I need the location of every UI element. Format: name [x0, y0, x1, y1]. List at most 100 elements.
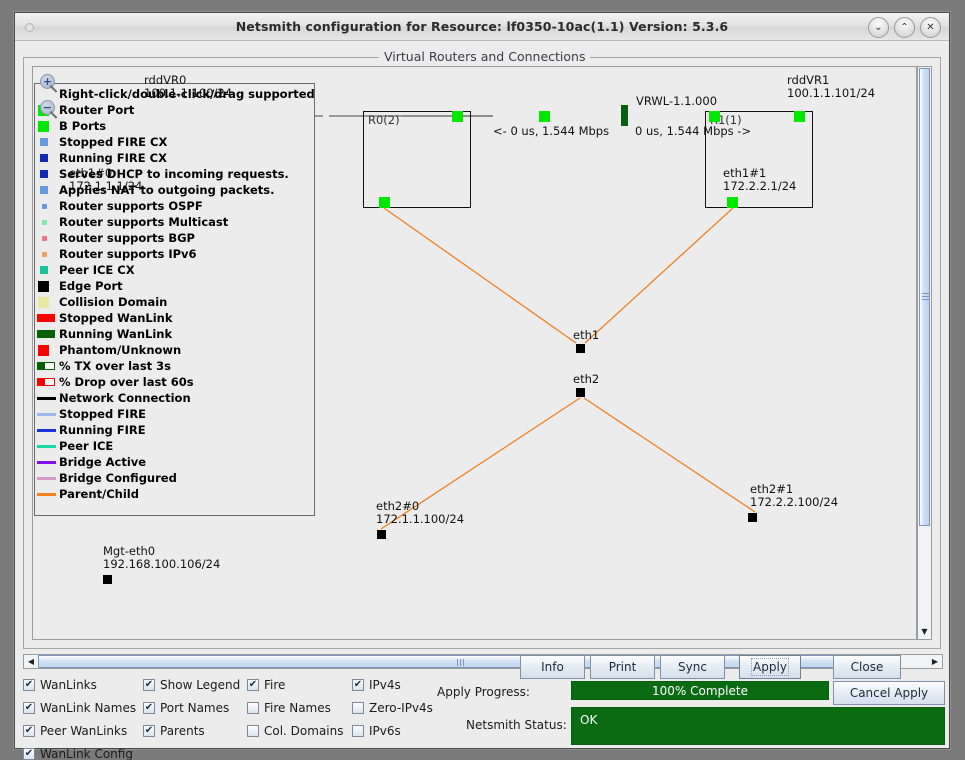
checkbox-col-domains[interactable]: Col. Domains	[247, 724, 352, 738]
checkbox-wanlink-config[interactable]: ✔ WanLink Config	[23, 747, 173, 760]
legend-swatch-shape	[37, 429, 56, 432]
checkbox-fire-box[interactable]: ✔	[247, 679, 259, 691]
checkbox-show-legend-box[interactable]: ✔	[143, 679, 155, 691]
router-box-left[interactable]: R0(2)	[363, 111, 471, 208]
checkbox-peer-wanlinks[interactable]: ✔ Peer WanLinks	[23, 724, 143, 738]
checkbox-fire[interactable]: ✔ Fire	[247, 678, 352, 692]
router-box-right[interactable]: R1(1)	[705, 111, 813, 208]
print-button[interactable]: Print	[590, 655, 655, 679]
checkbox-port-names-box[interactable]: ✔	[143, 702, 155, 714]
vertical-scrollbar-thumb[interactable]	[919, 68, 930, 526]
collision-domain-eth1-label: eth1	[573, 329, 599, 342]
legend-item-label: Router supports IPv6	[57, 247, 197, 261]
checkbox-ipv4s-box[interactable]: ✔	[352, 679, 364, 691]
checkbox-wanlinks[interactable]: ✔ WanLinks	[23, 678, 143, 692]
legend-item: Router supports IPv6	[37, 246, 314, 262]
router-right-wan-port[interactable]	[794, 111, 805, 122]
checkbox-ipv6s-box[interactable]	[352, 725, 364, 737]
wanlink-running-bar[interactable]	[621, 105, 628, 126]
checkbox-wanlink-names[interactable]: ✔ WanLink Names	[23, 701, 143, 715]
netsmith-window: Netsmith configuration for Resource: lf0…	[14, 12, 950, 749]
checkbox-col-domains-box[interactable]	[247, 725, 259, 737]
legend-item-label: Router Port	[57, 103, 134, 117]
info-button[interactable]: Info	[520, 655, 585, 679]
zoom-in-icon[interactable]: +	[40, 74, 59, 93]
sync-button[interactable]: Sync	[660, 655, 725, 679]
router-left-eth-port[interactable]	[379, 197, 390, 208]
legend-swatch-shape	[38, 281, 49, 292]
eth1-1-ip: 172.2.2.1/24	[723, 180, 796, 193]
checkbox-parents[interactable]: ✔ Parents	[143, 724, 247, 738]
virtual-routers-panel: Virtual Routers and Connections	[23, 47, 943, 650]
checkbox-fire-names-label: Fire Names	[264, 701, 331, 715]
legend-swatch-shape	[40, 138, 48, 146]
legend-item-label: Bridge Active	[57, 455, 146, 469]
rddvr0-ip: 100.1.1.100/24	[144, 87, 232, 100]
checkbox-zero-ipv4s[interactable]: Zero-IPv4s	[352, 701, 462, 715]
legend-item: Router supports BGP	[37, 230, 314, 246]
checkbox-port-names[interactable]: ✔ Port Names	[143, 701, 247, 715]
edge-port-eth2-0-label: eth2#0 172.1.1.100/24	[376, 500, 464, 526]
checkbox-peer-wanlinks-label: Peer WanLinks	[40, 724, 127, 738]
legend-swatch-icon	[37, 252, 57, 257]
legend-swatch-icon	[37, 477, 57, 480]
legend-swatch-shape	[40, 266, 48, 274]
checkbox-wanlinks-box[interactable]: ✔	[23, 679, 35, 691]
scroll-left-icon[interactable]: ◀	[24, 655, 38, 668]
netsmith-canvas[interactable]: Right-click/double-click/drag supportedR…	[32, 66, 917, 640]
window-title: Netsmith configuration for Resource: lf0…	[15, 19, 949, 34]
checkbox-wanlink-config-box[interactable]: ✔	[23, 748, 35, 760]
mgt-eth0-ip: 192.168.100.106/24	[103, 558, 220, 571]
checkbox-parents-label: Parents	[160, 724, 205, 738]
window-buttons: ⌄ ⌃ ✕	[868, 17, 941, 38]
checkbox-zero-ipv4s-box[interactable]	[352, 702, 364, 714]
legend-item: Bridge Configured	[37, 470, 314, 486]
apply-button[interactable]: Apply	[739, 655, 801, 679]
legend-swatch-icon	[37, 429, 57, 432]
zoom-out-icon[interactable]: −	[40, 100, 59, 119]
router-left-wan-label: rddVR0 100.1.1.100/24	[144, 74, 232, 100]
legend-item: Parent/Child	[37, 486, 314, 502]
vertical-scrollbar[interactable]: ▼	[917, 66, 932, 640]
legend-item: Edge Port	[37, 278, 314, 294]
collision-domain-eth2-label: eth2	[573, 373, 599, 386]
legend-item-label: Router supports Multicast	[57, 215, 228, 229]
checkbox-peer-wanlinks-box[interactable]: ✔	[23, 725, 35, 737]
legend-item: Router supports Multicast	[37, 214, 314, 230]
scroll-down-icon[interactable]: ▼	[918, 624, 931, 639]
rddvr1-ip: 100.1.1.101/24	[787, 87, 875, 100]
checkbox-ipv6s[interactable]: IPv6s	[352, 724, 462, 738]
horizontal-scrollbar[interactable]: ◀ ▶	[23, 654, 943, 669]
checkbox-fire-names[interactable]: Fire Names	[247, 701, 352, 715]
close-button[interactable]: Close	[833, 655, 901, 679]
legend-item: Peer ICE CX	[37, 262, 314, 278]
edge-port-eth2-1[interactable]	[748, 513, 757, 522]
legend-item-label: Collision Domain	[57, 295, 167, 309]
maximize-icon[interactable]: ⌃	[894, 17, 915, 38]
checkbox-show-legend[interactable]: ✔ Show Legend	[143, 678, 247, 692]
legend-item-label: Router supports OSPF	[57, 199, 203, 213]
legend-item-label: Running FIRE	[57, 423, 146, 437]
router-right-wan-label: rddVR1 100.1.1.101/24	[787, 74, 875, 100]
minimize-icon[interactable]: ⌄	[868, 17, 889, 38]
edge-port-mgt-eth0[interactable]	[103, 575, 112, 584]
router-left-wan-port[interactable]	[452, 111, 463, 122]
legend-swatch-shape	[37, 413, 56, 416]
legend-swatch-shape	[37, 445, 56, 448]
close-icon[interactable]: ✕	[920, 17, 941, 38]
legend-swatch-icon	[37, 397, 57, 400]
checkbox-parents-box[interactable]: ✔	[143, 725, 155, 737]
wanlink-port-left[interactable]	[539, 111, 550, 122]
checkbox-wanlink-config-label: WanLink Config	[40, 747, 133, 760]
checkbox-wanlink-names-box[interactable]: ✔	[23, 702, 35, 714]
router-right-eth-port[interactable]	[727, 197, 738, 208]
legend-item-label: Peer ICE CX	[57, 263, 135, 277]
collision-domain-eth2[interactable]	[576, 388, 585, 397]
cancel-apply-button[interactable]: Cancel Apply	[833, 681, 945, 705]
edge-port-eth2-0[interactable]	[377, 530, 386, 539]
wanlink-port-right[interactable]	[709, 111, 720, 122]
scroll-right-icon[interactable]: ▶	[928, 655, 942, 668]
checkbox-fire-names-box[interactable]	[247, 702, 259, 714]
legend-item-label: Edge Port	[57, 279, 123, 293]
collision-domain-eth1[interactable]	[576, 344, 585, 353]
